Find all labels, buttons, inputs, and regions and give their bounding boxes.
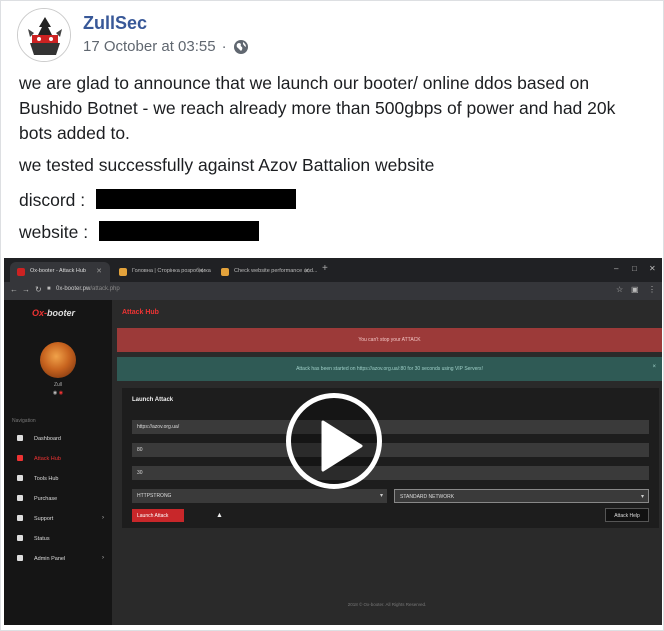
sidebar-item-label: Dashboard — [34, 436, 61, 442]
post-paragraph-1: we are glad to announce that we launch o… — [19, 73, 616, 143]
post-meta: 17 October at 03:55 · — [83, 38, 249, 55]
method-select[interactable]: HTTPSTRONG ▾ — [132, 489, 387, 503]
sidebar-item-admin-panel[interactable]: Admin Panel › — [4, 552, 112, 566]
sidebar-item-label: Support — [34, 516, 54, 522]
sidebar-item-label: Status — [34, 536, 50, 542]
network-select[interactable]: STANDARD NETWORK ▾ — [394, 489, 649, 503]
browser-tabbar: Ox-booter - Attack Hub ✕ Головна | Сторі… — [4, 258, 662, 282]
tab-favicon-icon — [221, 268, 229, 276]
booter-sidebar: Ox-booter Zull ◉ ◉ Navigation Dashboard … — [4, 300, 112, 625]
page-title: Attack Hub — [122, 309, 159, 316]
meta-separator: · — [221, 38, 227, 55]
close-icon[interactable]: ✕ — [96, 267, 102, 275]
error-alert: You can't stop your ATTACK — [117, 328, 662, 352]
maximize-icon[interactable]: □ — [632, 264, 637, 273]
logo-suffix: booter — [47, 308, 76, 318]
website-label: website : — [19, 222, 89, 242]
success-alert-text: Attack has been started on https://azov.… — [296, 366, 483, 372]
tab-label: Ox-booter - Attack Hub — [30, 268, 86, 274]
browser-tab[interactable]: Check website performance and... ✕ — [214, 262, 318, 282]
sidebar-item-label: Attack Hub — [34, 456, 61, 462]
window-close-icon[interactable]: ✕ — [649, 264, 656, 273]
play-icon[interactable] — [286, 393, 382, 489]
address-bar: ← → ↻ ■ 0x-booter.pw/attack.php ☆ ▣ ⋮ — [4, 282, 662, 300]
booter-main: Attack Hub You can't stop your ATTACK At… — [112, 300, 662, 625]
close-icon[interactable]: ✕ — [198, 267, 204, 275]
sidebar-item-dashboard[interactable]: Dashboard — [4, 432, 112, 446]
close-icon[interactable]: ✕ — [304, 267, 310, 275]
author-name[interactable]: ZullSec — [83, 13, 147, 34]
user-status-icons: ◉ ◉ — [52, 390, 64, 396]
forward-icon[interactable]: → — [22, 285, 30, 294]
new-tab-icon[interactable]: + — [322, 263, 328, 274]
user-name: Zull — [53, 382, 63, 388]
port-input[interactable]: 80 — [132, 443, 649, 457]
method-value: HTTPSTRONG — [137, 493, 172, 499]
logo-prefix: Ox- — [32, 308, 48, 318]
sidebar-item-status[interactable]: Status — [4, 532, 112, 546]
page-footer: 2018 © Ox-booter. All Rights Reserved. — [347, 602, 427, 607]
url-path: /attack.php — [90, 286, 120, 292]
discord-label: discord : — [19, 190, 86, 210]
back-icon[interactable]: ← — [10, 285, 18, 294]
support-icon — [17, 515, 23, 521]
sidebar-item-support[interactable]: Support › — [4, 512, 112, 526]
booter-logo[interactable]: Ox-booter — [32, 308, 75, 318]
website-line: website : — [19, 220, 259, 245]
mouse-cursor-icon: ▲ — [216, 512, 223, 519]
minimize-icon[interactable]: – — [614, 264, 618, 273]
launch-attack-panel: Launch Attack https://azov.org.ua/ 80 30… — [122, 388, 659, 528]
author-avatar[interactable] — [17, 8, 71, 62]
launch-attack-button[interactable]: Launch Attack — [132, 509, 184, 522]
discord-line: discord : — [19, 188, 297, 213]
wrench-icon — [17, 475, 23, 481]
menu-icon[interactable]: ⋮ — [648, 285, 656, 294]
post-timestamp[interactable]: 17 October at 03:55 — [83, 38, 216, 55]
time-input[interactable]: 30 — [132, 466, 649, 480]
sidebar-item-attack-hub[interactable]: Attack Hub — [4, 452, 112, 466]
status-icon — [17, 535, 23, 541]
browser-tab[interactable]: Ox-booter - Attack Hub ✕ — [10, 262, 110, 282]
sidebar-item-label: Admin Panel — [34, 556, 66, 562]
dashboard-icon — [17, 435, 23, 441]
sidebar-item-purchase[interactable]: Purchase — [4, 492, 112, 506]
nav-header: Navigation — [12, 418, 36, 424]
network-value: STANDARD NETWORK — [400, 494, 455, 500]
video-thumbnail[interactable]: Ox-booter - Attack Hub ✕ Головна | Сторі… — [4, 258, 662, 625]
cart-icon — [17, 495, 23, 501]
chevron-down-icon: ▾ — [379, 493, 383, 499]
star-icon[interactable]: ☆ — [616, 285, 623, 294]
tab-favicon-icon — [17, 268, 25, 276]
sidebar-item-tools-hub[interactable]: Tools Hub — [4, 472, 112, 486]
chevron-right-icon: › — [102, 515, 104, 521]
sidebar-item-label: Purchase — [34, 496, 58, 502]
chevron-right-icon: › — [102, 555, 104, 561]
url-host: 0x-booter.pw — [56, 286, 91, 292]
sidebar-item-label: Tools Hub — [34, 476, 59, 482]
host-input[interactable]: https://azov.org.ua/ — [132, 420, 649, 434]
attack-help-button[interactable]: Attack Help — [605, 508, 649, 522]
redacted-website — [98, 221, 259, 241]
extension-icon[interactable]: ▣ — [631, 285, 639, 294]
reload-icon[interactable]: ↻ — [35, 285, 42, 294]
facebook-post: ZullSec 17 October at 03:55 · we are gla… — [0, 0, 664, 631]
globe-icon — [233, 39, 249, 55]
url-field[interactable]: 0x-booter.pw/attack.php — [56, 286, 120, 292]
lock-icon: ■ — [47, 286, 51, 292]
panel-title: Launch Attack — [132, 397, 174, 403]
tab-favicon-icon — [119, 268, 127, 276]
browser-tab[interactable]: Головна | Сторінка розробника ✕ — [112, 262, 212, 282]
attack-icon — [17, 455, 23, 461]
user-avatar — [40, 342, 76, 378]
post-paragraph-2: we tested successfully against Azov Batt… — [19, 155, 435, 175]
redacted-discord — [96, 189, 297, 209]
close-icon[interactable]: × — [652, 364, 656, 370]
success-alert: Attack has been started on https://azov.… — [117, 357, 662, 381]
admin-icon — [17, 555, 23, 561]
chevron-down-icon: ▾ — [640, 494, 644, 500]
